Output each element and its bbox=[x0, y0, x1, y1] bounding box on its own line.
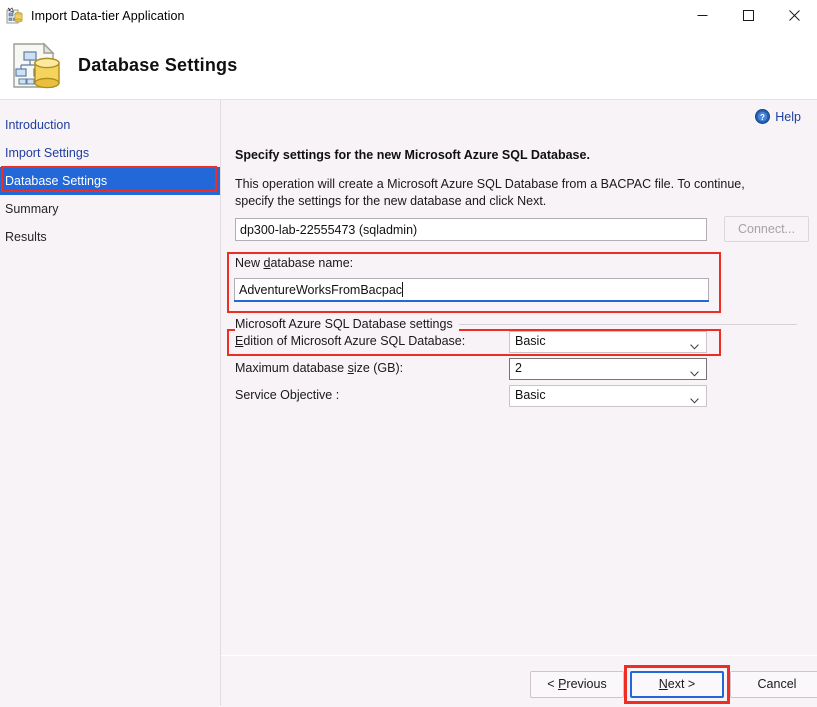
database-name-label: New database name: bbox=[235, 256, 353, 270]
field-row-edition: Edition of Microsoft Azure SQL Database:… bbox=[235, 331, 797, 353]
window-controls bbox=[679, 0, 817, 31]
sidebar-item-import-settings[interactable]: Import Settings bbox=[0, 139, 220, 167]
connect-button-label: Connect... bbox=[738, 222, 795, 236]
service-objective-label: Service Objective : bbox=[235, 388, 339, 402]
chevron-down-icon bbox=[690, 339, 699, 350]
max-size-dropdown[interactable]: 2 bbox=[509, 358, 707, 380]
minimize-button[interactable] bbox=[679, 0, 725, 31]
max-size-label: Maximum database size (GB): bbox=[235, 361, 403, 375]
chevron-down-icon bbox=[690, 366, 699, 377]
sidebar-item-label: Results bbox=[5, 230, 47, 244]
page-title: Database Settings bbox=[78, 54, 238, 75]
wizard-sidebar: Introduction Import Settings Database Se… bbox=[0, 99, 220, 707]
instruction-heading: Specify settings for the new Microsoft A… bbox=[235, 148, 590, 162]
main-content: ? Help Specify settings for the new Micr… bbox=[221, 99, 817, 707]
service-objective-dropdown[interactable]: Basic bbox=[509, 385, 707, 407]
sidebar-item-introduction[interactable]: Introduction bbox=[0, 111, 220, 139]
label-part-pre: Maximum database bbox=[235, 361, 348, 375]
max-size-value: 2 bbox=[515, 361, 522, 375]
datatier-app-icon bbox=[6, 6, 24, 25]
connect-button[interactable]: Connect... bbox=[724, 216, 809, 242]
close-icon bbox=[788, 10, 800, 21]
close-button[interactable] bbox=[771, 0, 817, 31]
database-name-input[interactable] bbox=[234, 278, 709, 300]
wizard-steps-list: Introduction Import Settings Database Se… bbox=[0, 111, 220, 251]
cancel-button[interactable]: Cancel bbox=[730, 671, 817, 698]
help-link[interactable]: ? Help bbox=[755, 109, 801, 124]
sidebar-item-database-settings[interactable]: Database Settings bbox=[0, 167, 220, 195]
label-part-pre: < bbox=[547, 677, 559, 691]
label-accesskey: N bbox=[658, 677, 668, 691]
database-name-field-wrap bbox=[234, 278, 709, 302]
edition-dropdown[interactable]: Basic bbox=[509, 331, 707, 353]
text-cursor bbox=[402, 282, 404, 297]
sidebar-item-label: Introduction bbox=[5, 118, 71, 132]
help-circle-icon: ? bbox=[755, 109, 771, 124]
sidebar-item-summary[interactable]: Summary bbox=[0, 195, 220, 223]
minimize-icon bbox=[697, 15, 707, 16]
label-part-pre: Cancel bbox=[757, 677, 797, 691]
input-focus-underline bbox=[234, 300, 709, 302]
sidebar-item-results[interactable]: Results bbox=[0, 223, 220, 251]
server-connection-input[interactable] bbox=[235, 218, 707, 241]
sidebar-item-label: Database Settings bbox=[5, 174, 108, 188]
maximize-icon bbox=[742, 10, 754, 21]
svg-text:?: ? bbox=[760, 113, 765, 122]
label-part-pre: New bbox=[235, 256, 264, 270]
label-part-post: atabase name: bbox=[270, 256, 354, 270]
field-row-service-objective: Service Objective : Basic bbox=[235, 385, 797, 407]
wizard-footer: < Previous Next > Cancel bbox=[221, 656, 817, 706]
label-part-post: revious bbox=[566, 677, 607, 691]
server-connection-row: Connect... bbox=[235, 216, 809, 242]
sidebar-item-label: Import Settings bbox=[5, 146, 90, 160]
instruction-text: This operation will create a Microsoft A… bbox=[235, 177, 745, 208]
database-schema-icon bbox=[6, 37, 62, 93]
label-part-post: ext > bbox=[667, 677, 696, 691]
maximize-button[interactable] bbox=[725, 0, 771, 31]
help-label: Help bbox=[775, 109, 801, 124]
edition-label: Edition of Microsoft Azure SQL Database: bbox=[235, 334, 465, 348]
sidebar-item-label: Summary bbox=[5, 202, 59, 216]
label-part-post: ize (GB): bbox=[353, 361, 404, 375]
label-part-pre: Service Objective : bbox=[235, 388, 340, 402]
field-row-max-size: Maximum database size (GB): 2 bbox=[235, 358, 797, 380]
edition-value: Basic bbox=[515, 334, 546, 348]
service-objective-value: Basic bbox=[515, 388, 546, 402]
next-button[interactable]: Next > bbox=[630, 671, 724, 698]
window-title: Import Data-tier Application bbox=[31, 8, 185, 23]
label-part-post: dition of Microsoft Azure SQL Database: bbox=[243, 334, 466, 348]
chevron-down-icon bbox=[690, 393, 699, 404]
window-titlebar: Import Data-tier Application bbox=[0, 0, 817, 31]
groupbox-caption: Microsoft Azure SQL Database settings bbox=[235, 317, 459, 331]
previous-button[interactable]: < Previous bbox=[530, 671, 624, 698]
page-header: Database Settings bbox=[0, 31, 817, 99]
